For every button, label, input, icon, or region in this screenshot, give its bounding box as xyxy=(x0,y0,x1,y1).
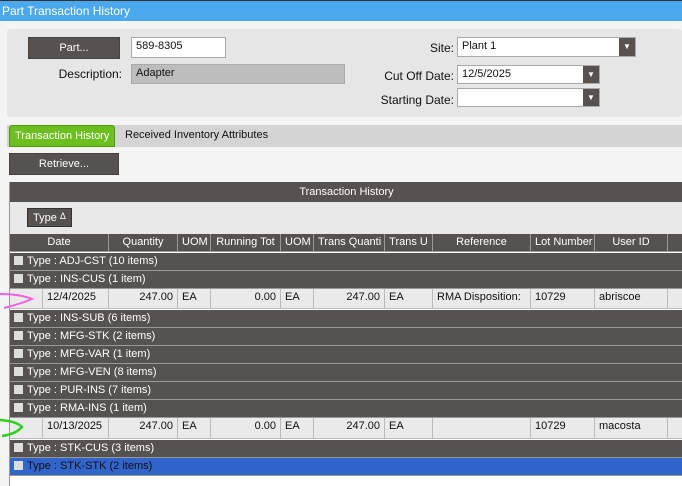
green-arrow-annotation-icon xyxy=(0,418,24,438)
expand-checkbox[interactable] xyxy=(14,403,23,412)
group-label: Type : STK-CUS (3 items) xyxy=(27,442,155,454)
cell-date: 12/4/2025 xyxy=(43,289,109,308)
window-title: Part Transaction History xyxy=(0,0,682,21)
chevron-down-icon[interactable]: ▼ xyxy=(619,38,635,56)
expand-checkbox[interactable] xyxy=(14,367,23,376)
calendar-dropdown-icon[interactable]: ▼ xyxy=(583,66,599,83)
col-reference[interactable]: Reference xyxy=(433,234,531,251)
col-trans-quantity[interactable]: Trans Quanti xyxy=(314,234,385,251)
group-label: Type : MFG-STK (2 items) xyxy=(27,330,156,342)
part-button[interactable]: Part... xyxy=(28,37,120,59)
group-row-rma-ins[interactable]: Type : RMA-INS (1 item) xyxy=(10,400,682,418)
col-date[interactable]: Date xyxy=(10,234,109,251)
group-label: Type : INS-CUS (1 item) xyxy=(27,273,146,285)
description-label: Description: xyxy=(58,67,122,81)
group-row-pur-ins[interactable]: Type : PUR-INS (7 items) xyxy=(10,382,682,400)
group-label: Type : INS-SUB (6 items) xyxy=(27,312,151,324)
tab-transaction-history[interactable]: Transaction History xyxy=(9,125,116,147)
group-label: Type : PUR-INS (7 items) xyxy=(27,384,152,396)
group-row-stk-stk-selected[interactable]: Type : STK-STK (2 items) xyxy=(10,458,682,476)
group-label: Type : ADJ-CST (10 items) xyxy=(27,255,158,267)
retrieve-button[interactable]: Retrieve... xyxy=(9,153,119,175)
group-label: Type : RMA-INS (1 item) xyxy=(27,402,147,414)
cell-reference: RMA Disposition: xyxy=(433,289,531,308)
table-row[interactable]: 10/13/2025 247.00 EA 0.00 EA 247.00 EA 1… xyxy=(10,418,682,439)
cell-trans-quantity: 247.00 xyxy=(314,418,385,438)
col-running-total[interactable]: Running Tot xyxy=(211,234,281,251)
expand-checkbox[interactable] xyxy=(14,443,23,452)
col-trans-uom[interactable]: Trans U xyxy=(385,234,433,251)
group-label: Type : MFG-VAR (1 item) xyxy=(27,348,151,360)
part-input[interactable]: 589-8305 xyxy=(131,37,226,58)
starting-date-input[interactable]: ▼ xyxy=(457,88,600,107)
cell-user-id: abriscoe xyxy=(595,289,668,308)
cell-uom-2: EA xyxy=(281,418,314,438)
expand-checkbox[interactable] xyxy=(14,461,23,470)
group-row-mfg-stk[interactable]: Type : MFG-STK (2 items) xyxy=(10,328,682,346)
cutoff-date-input[interactable]: 12/5/2025 ▼ xyxy=(457,65,600,84)
cutoff-value: 12/5/2025 xyxy=(462,68,511,80)
expand-checkbox[interactable] xyxy=(14,385,23,394)
column-header-row: Date Quantity UOM Running Tot UOM Trans … xyxy=(10,234,682,252)
site-value: Plant 1 xyxy=(462,40,497,52)
expand-checkbox[interactable] xyxy=(14,274,23,283)
transaction-grid: Transaction History Type Δ Date Quantity… xyxy=(9,182,682,486)
group-row-stk-cus[interactable]: Type : STK-CUS (3 items) xyxy=(10,440,682,458)
table-row[interactable]: 12/4/2025 247.00 EA 0.00 EA 247.00 EA RM… xyxy=(10,289,682,309)
cutoff-label: Cut Off Date: xyxy=(384,69,454,83)
group-row-mfg-ven[interactable]: Type : MFG-VEN (8 items) xyxy=(10,364,682,382)
group-label: Type : MFG-VEN (8 items) xyxy=(27,366,157,378)
cell-quantity: 247.00 xyxy=(109,418,178,438)
col-user-id[interactable]: User ID xyxy=(595,234,668,251)
col-uom-2[interactable]: UOM xyxy=(281,234,314,251)
description-field: Adapter xyxy=(131,64,345,84)
group-by-area: Type Δ xyxy=(10,202,682,234)
group-row-ins-cus[interactable]: Type : INS-CUS (1 item) xyxy=(10,271,682,289)
cell-trans-uom: EA xyxy=(385,418,433,438)
cell-running-total: 0.00 xyxy=(211,289,281,308)
calendar-dropdown-icon[interactable]: ▼ xyxy=(583,89,599,106)
cell-lot-number: 10729 xyxy=(531,289,595,308)
group-row-adj-cst[interactable]: Type : ADJ-CST (10 items) xyxy=(10,253,682,271)
cell-trans-quantity: 247.00 xyxy=(314,289,385,308)
group-label: Type : STK-STK (2 items) xyxy=(27,460,153,472)
cell-date: 10/13/2025 xyxy=(43,418,109,438)
sort-ascending-icon: Δ xyxy=(59,211,66,221)
expand-checkbox[interactable] xyxy=(14,331,23,340)
cell-lot-number: 10729 xyxy=(531,418,595,438)
grid-title: Transaction History xyxy=(10,182,682,202)
cell-trans-uom: EA xyxy=(385,289,433,308)
group-by-type-chip[interactable]: Type Δ xyxy=(27,208,72,227)
expand-checkbox[interactable] xyxy=(14,349,23,358)
cell-running-total: 0.00 xyxy=(211,418,281,438)
pink-arrow-annotation-icon xyxy=(0,293,35,309)
chip-label: Type xyxy=(33,212,57,224)
group-row-ins-sub[interactable]: Type : INS-SUB (6 items) xyxy=(10,310,682,328)
col-uom[interactable]: UOM xyxy=(178,234,211,251)
site-select[interactable]: Plant 1 ▼ xyxy=(457,37,636,57)
starting-label: Starting Date: xyxy=(380,93,454,107)
expand-checkbox[interactable] xyxy=(14,313,23,322)
cell-uom: EA xyxy=(178,289,211,308)
cell-quantity: 247.00 xyxy=(109,289,178,308)
cell-uom: EA xyxy=(178,418,211,438)
expand-checkbox[interactable] xyxy=(14,256,23,265)
tab-received-inventory-attributes[interactable]: Received Inventory Attributes xyxy=(120,125,273,147)
col-quantity[interactable]: Quantity xyxy=(109,234,178,251)
cell-uom-2: EA xyxy=(281,289,314,308)
cell-reference xyxy=(433,418,531,438)
col-lot-number[interactable]: Lot Number xyxy=(531,234,595,251)
cell-user-id: macosta xyxy=(595,418,668,438)
group-row-mfg-var[interactable]: Type : MFG-VAR (1 item) xyxy=(10,346,682,364)
site-label: Site: xyxy=(429,41,454,55)
